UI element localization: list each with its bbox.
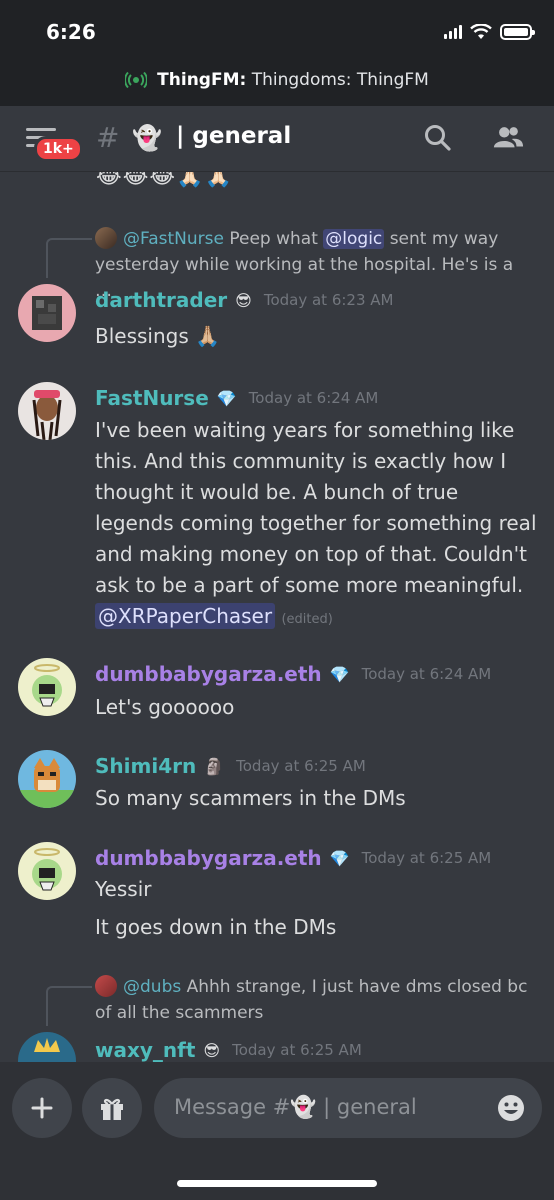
username[interactable]: dumbbabygarza.eth xyxy=(95,662,322,686)
avatar[interactable] xyxy=(18,658,76,716)
channel-emoji: 👻 xyxy=(132,124,162,152)
role-badge: 💎 xyxy=(329,664,350,684)
avatar[interactable] xyxy=(18,842,76,900)
channel-name: general xyxy=(192,123,292,149)
avatar[interactable] xyxy=(18,750,76,808)
reply-text-line2: of all the scammers xyxy=(95,1003,264,1023)
message-placeholder: Message #👻 | general xyxy=(174,1095,417,1120)
status-bar: 6:26 ThingFM: Thingdoms: ThingFM xyxy=(0,0,554,106)
gift-button[interactable] xyxy=(82,1078,142,1138)
timestamp: Today at 6:25 AM xyxy=(361,849,492,867)
avatar-image xyxy=(32,296,62,330)
edited-label: (edited) xyxy=(281,612,333,627)
unread-badge: 1k+ xyxy=(34,136,83,162)
plus-icon xyxy=(31,1097,53,1119)
role-badge: 🗿 xyxy=(204,756,225,776)
placeholder-emoji: 👻 xyxy=(290,1095,317,1119)
role-badge: 💎 xyxy=(329,848,350,868)
members-icon[interactable] xyxy=(492,122,524,154)
battery-icon xyxy=(500,24,535,40)
avatar-image xyxy=(32,664,62,707)
previous-message-emojis: 😂😂😂🙏🏻🙏🏻 xyxy=(96,172,233,189)
now-playing-banner[interactable]: ThingFM: Thingdoms: ThingFM xyxy=(0,66,554,94)
now-playing-track: Thingdoms: ThingFM xyxy=(251,70,429,90)
avatar[interactable] xyxy=(18,284,76,342)
username[interactable]: Shimi4rn xyxy=(95,754,196,778)
timestamp: Today at 6:23 AM xyxy=(263,291,394,309)
timestamp: Today at 6:24 AM xyxy=(248,389,379,407)
timestamp: Today at 6:25 AM xyxy=(232,1041,362,1059)
message-header: darthtrader 😎 Today at 6:23 AM xyxy=(95,288,393,312)
username[interactable]: dumbbabygarza.eth xyxy=(95,846,322,870)
cellular-signal-icon xyxy=(444,25,462,39)
message-header: dumbbabygarza.eth 💎 Today at 6:25 AM xyxy=(95,846,491,870)
message-text: So many scammers in the DMs xyxy=(95,786,406,810)
message-header: dumbbabygarza.eth 💎 Today at 6:24 AM xyxy=(95,662,491,686)
gift-icon xyxy=(101,1098,123,1120)
role-badge: 😎 xyxy=(203,1040,221,1060)
now-playing-server: ThingFM: xyxy=(157,70,247,90)
message-text: I've been waiting years for something li… xyxy=(95,415,540,635)
message-text: Let's goooooo xyxy=(95,695,235,719)
username[interactable]: FastNurse xyxy=(95,386,209,410)
search-icon[interactable] xyxy=(422,122,454,154)
avatar-image xyxy=(32,848,62,891)
hash-icon: # xyxy=(96,121,120,154)
message-text: It goes down in the DMs xyxy=(95,915,337,939)
timestamp: Today at 6:24 AM xyxy=(361,665,492,683)
reply-user: @dubs xyxy=(123,977,182,997)
channel-header: 1k+ # 👻 | general xyxy=(0,106,554,172)
message-list[interactable]: 😂😂😂🙏🏻🙏🏻 @FastNurse Peep what @logic sent… xyxy=(0,172,554,1062)
status-time: 6:26 xyxy=(46,20,96,44)
avatar-image xyxy=(32,390,62,440)
channel-separator: | xyxy=(176,123,185,149)
home-indicator[interactable] xyxy=(177,1180,377,1187)
reply-mention[interactable]: @logic xyxy=(323,229,385,249)
timestamp: Today at 6:25 AM xyxy=(236,757,366,775)
avatar-image xyxy=(34,1038,60,1052)
reply-user: @FastNurse xyxy=(123,229,224,249)
role-badge: 😎 xyxy=(235,290,252,310)
now-playing-text: ThingFM: Thingdoms: ThingFM xyxy=(157,70,429,90)
emoji-picker-icon[interactable] xyxy=(496,1093,526,1123)
avatar-image xyxy=(18,758,76,808)
reply-avatar xyxy=(95,975,117,997)
reply-text: Peep what xyxy=(223,229,324,249)
user-mention[interactable]: @XRPaperChaser xyxy=(95,603,276,629)
message-input[interactable]: Message #👻 | general xyxy=(154,1078,542,1138)
placeholder-channel: general xyxy=(336,1095,417,1119)
message-text: Yessir xyxy=(95,877,152,901)
reply-connector xyxy=(46,238,92,278)
placeholder-prefix: Message # xyxy=(174,1095,291,1119)
message-header: waxy_nft 😎 Today at 6:25 AM xyxy=(95,1038,362,1062)
avatar[interactable] xyxy=(18,382,76,440)
avatar[interactable] xyxy=(18,1032,76,1062)
wifi-icon xyxy=(470,24,492,39)
add-attachment-button[interactable] xyxy=(12,1078,72,1138)
message-header: Shimi4rn 🗿 Today at 6:25 AM xyxy=(95,754,366,778)
reply-text: Ahhh strange, I just have dms closed bc xyxy=(181,977,528,997)
reply-text-after: sent my way xyxy=(384,229,499,249)
username[interactable]: waxy_nft xyxy=(95,1038,195,1062)
broadcast-icon xyxy=(125,71,148,89)
reply-avatar xyxy=(95,227,117,249)
message-body: I've been waiting years for something li… xyxy=(95,418,537,597)
message-header: FastNurse 💎 Today at 6:24 AM xyxy=(95,386,378,410)
status-icons xyxy=(444,24,535,40)
message-text: Blessings 🙏🏼 xyxy=(95,324,221,348)
channel-title[interactable]: | general xyxy=(176,123,291,149)
reply-preview[interactable]: @dubs Ahhh strange, I just have dms clos… xyxy=(95,974,535,1026)
placeholder-separator: | xyxy=(316,1095,337,1119)
username[interactable]: darthtrader xyxy=(95,288,227,312)
role-badge: 💎 xyxy=(216,388,237,408)
